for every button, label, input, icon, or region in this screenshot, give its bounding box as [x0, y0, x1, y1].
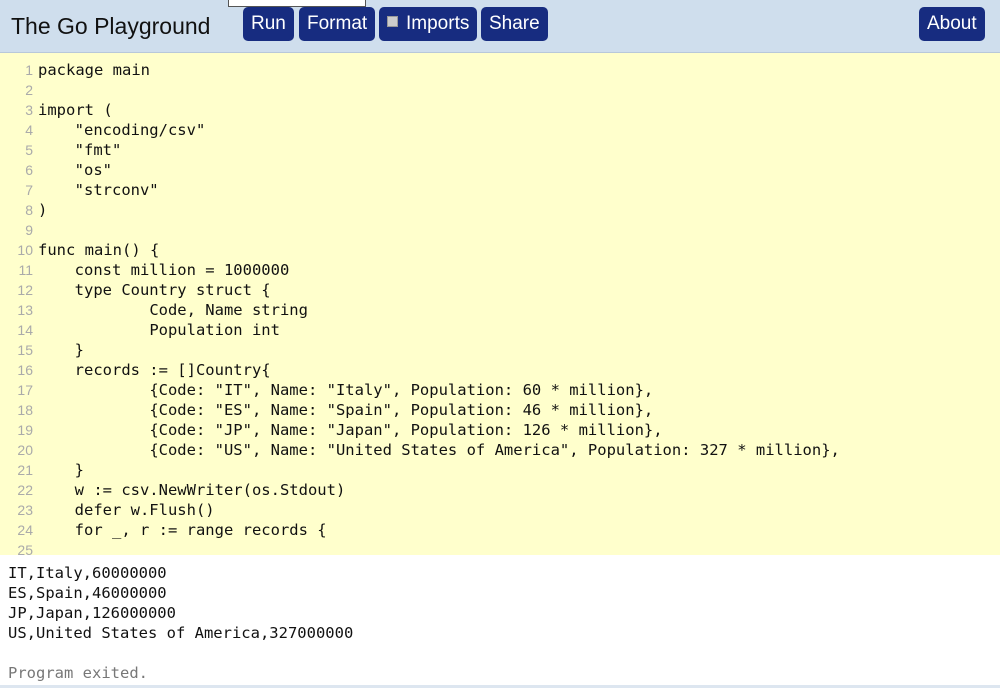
about-button[interactable]: About: [919, 7, 985, 41]
line-number: 17: [17, 382, 33, 398]
code-text[interactable]: "os": [38, 161, 112, 179]
code-line[interactable]: 11 const million = 1000000: [0, 260, 289, 280]
line-number: 9: [25, 222, 33, 238]
code-text[interactable]: "encoding/csv": [38, 121, 206, 139]
code-editor[interactable]: 1 package main 2 3 import (4 "encoding/csv" 5…: [0, 53, 1000, 555]
output-panel: IT,Italy,60000000 ES,Spain,46000000 JP,Jap…: [0, 555, 1000, 688]
output-line: JP,Japan,126000000: [8, 604, 176, 622]
line-number: 4: [25, 122, 33, 138]
code-line[interactable]: 17 {Code: "IT", Name: "Italy", Populatio…: [0, 380, 653, 400]
code-text[interactable]: package main: [38, 61, 150, 79]
code-text[interactable]: func main() {: [38, 241, 159, 259]
app-title: The Go Playground: [11, 13, 211, 39]
code-text[interactable]: w := csv.NewWriter(os.Stdout): [38, 481, 346, 499]
code-line[interactable]: 5 "fmt": [0, 140, 121, 160]
line-number: 2: [25, 82, 33, 98]
line-number: 11: [18, 262, 33, 278]
code-text[interactable]: Population int: [38, 321, 280, 339]
line-number: 6: [25, 162, 33, 178]
code-line[interactable]: 14 Population int: [0, 320, 280, 340]
code-line[interactable]: 9: [0, 220, 38, 240]
code-line[interactable]: 18 {Code: "ES", Name: "Spain", Populatio…: [0, 400, 653, 420]
line-number: 13: [17, 302, 33, 318]
run-button[interactable]: Run: [243, 7, 294, 41]
line-number: 24: [17, 522, 33, 538]
header-bar: The Go Playground Run Format Imports Sha…: [0, 0, 1000, 53]
imports-checkbox[interactable]: [387, 16, 398, 27]
line-number: 10: [17, 242, 33, 258]
program-status: Program exited.: [8, 664, 148, 682]
output-line: ES,Spain,46000000: [8, 584, 167, 602]
code-line[interactable]: 24 for _, r := range records {: [0, 520, 327, 540]
code-line[interactable]: 23 defer w.Flush(): [0, 500, 215, 520]
line-number: 8: [25, 202, 33, 218]
line-number: 5: [25, 142, 33, 158]
code-line[interactable]: 16 records := []Country{: [0, 360, 271, 380]
code-text[interactable]: Code, Name string: [38, 301, 308, 319]
code-text[interactable]: "strconv": [38, 181, 159, 199]
line-number: 23: [17, 502, 33, 518]
code-line[interactable]: 19 {Code: "JP", Name: "Japan", Populatio…: [0, 420, 662, 440]
line-number: 19: [17, 422, 33, 438]
code-text[interactable]: import (: [38, 101, 113, 119]
code-text[interactable]: {Code: "IT", Name: "Italy", Population: …: [38, 381, 653, 399]
output-line: US,United States of America,327000000: [8, 624, 354, 642]
code-line[interactable]: 12 type Country struct {: [0, 280, 271, 300]
output-line: IT,Italy,60000000: [8, 564, 167, 582]
code-line[interactable]: 22 w := csv.NewWriter(os.Stdout): [0, 480, 345, 500]
line-number: 14: [17, 322, 33, 338]
code-text[interactable]: {Code: "US", Name: "United States of Ame…: [38, 441, 840, 459]
code-text[interactable]: for _, r := range records {: [38, 521, 327, 539]
line-number: 20: [17, 442, 33, 458]
line-number: 3: [25, 102, 33, 118]
line-number: 21: [17, 462, 33, 478]
line-number: 15: [17, 342, 33, 358]
line-number: 22: [17, 482, 33, 498]
code-line[interactable]: 25: [0, 540, 38, 555]
line-number: 25: [17, 542, 33, 555]
code-text[interactable]: ): [38, 201, 47, 219]
code-line[interactable]: 21 }: [0, 460, 84, 480]
code-line[interactable]: 2: [0, 80, 38, 100]
code-text[interactable]: {Code: "JP", Name: "Japan", Population: …: [38, 421, 662, 439]
code-line[interactable]: 3 import (: [0, 100, 113, 120]
code-text[interactable]: {Code: "ES", Name: "Spain", Population: …: [38, 401, 653, 419]
code-text[interactable]: type Country struct {: [38, 281, 271, 299]
code-line[interactable]: 10 func main() {: [0, 240, 159, 260]
code-text[interactable]: }: [38, 461, 84, 479]
code-line[interactable]: 4 "encoding/csv": [0, 120, 205, 140]
code-text[interactable]: defer w.Flush(): [38, 501, 215, 519]
line-number: 18: [17, 402, 33, 418]
line-number: 16: [17, 362, 33, 378]
code-text[interactable]: records := []Country{: [38, 361, 271, 379]
code-line[interactable]: 6 "os": [0, 160, 112, 180]
format-button[interactable]: Format: [299, 7, 376, 41]
code-text[interactable]: }: [38, 341, 84, 359]
code-line[interactable]: 7 "strconv": [0, 180, 159, 200]
imports-label: Imports: [406, 13, 470, 34]
code-text[interactable]: "fmt": [38, 141, 122, 159]
share-button[interactable]: Share: [481, 7, 548, 41]
code-line[interactable]: 15 }: [0, 340, 84, 360]
line-number: 1: [25, 62, 33, 78]
code-line[interactable]: 8): [0, 200, 47, 220]
dropdown-popup: [228, 0, 366, 7]
code-text[interactable]: const million = 1000000: [38, 261, 290, 279]
line-number: 7: [25, 182, 33, 198]
code-line[interactable]: 1 package main: [0, 60, 150, 80]
code-line[interactable]: 20 {Code: "US", Name: "United States of …: [0, 440, 840, 460]
line-number: 12: [17, 282, 33, 298]
imports-button[interactable]: Imports: [379, 7, 478, 41]
code-line[interactable]: 13 Code, Name string: [0, 300, 308, 320]
